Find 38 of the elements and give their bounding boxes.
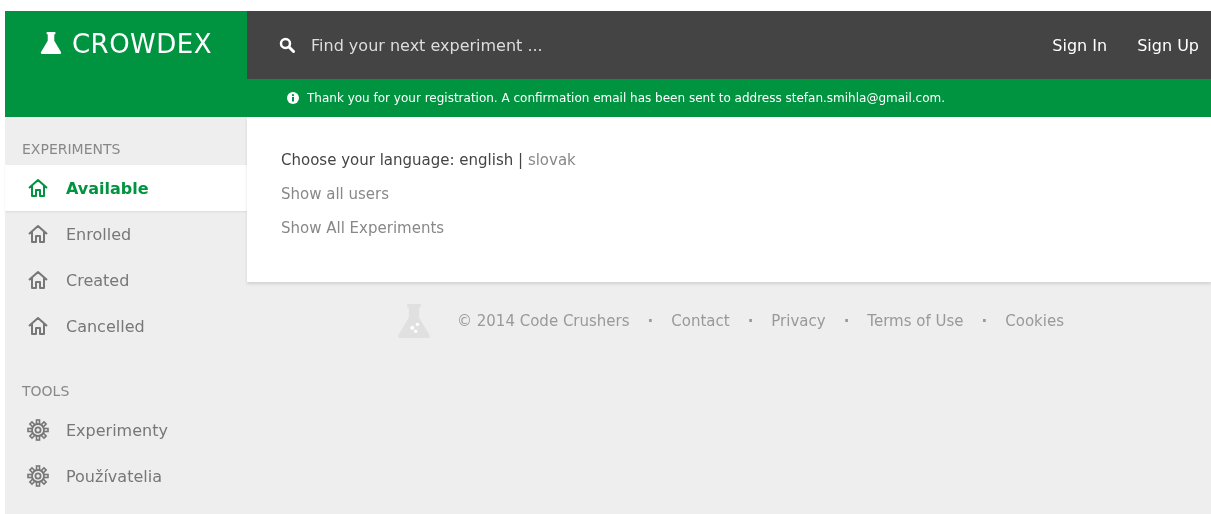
gear-icon	[27, 465, 49, 487]
copyright-text: © 2014 Code Crushers	[457, 312, 630, 330]
notice-text: Thank you for your registration. A confirmation email has been sent to address stefan.smihla@gmail.com.	[307, 91, 945, 105]
footer-link[interactable]: Privacy	[771, 312, 826, 330]
brand-name: CROWDEX	[71, 31, 213, 57]
search-icon	[279, 37, 295, 53]
separator-dot: ·	[647, 312, 654, 330]
flask-icon	[39, 31, 62, 55]
sidebar-item[interactable]: Enrolled	[5, 211, 247, 257]
sidebar-item[interactable]: Cancelled	[5, 303, 247, 349]
separator-dot: ·	[747, 312, 754, 330]
info-icon	[287, 92, 299, 104]
separator-dot: ·	[981, 312, 988, 330]
language-label: Choose your language:	[281, 151, 455, 169]
content-link[interactable]: Show all users	[281, 185, 1177, 203]
section-heading: TOOLS	[21, 382, 71, 401]
separator-dot: ·	[843, 312, 850, 330]
footer-link[interactable]: Cookies	[1005, 312, 1064, 330]
footer-link[interactable]: Contact	[671, 312, 730, 330]
search-field[interactable]: Find your next experiment ...	[309, 34, 673, 56]
sidebar-item[interactable]: Experimenty	[5, 407, 247, 453]
auth-link[interactable]: Sign Up	[1137, 35, 1199, 55]
home-icon	[27, 224, 49, 244]
auth-link[interactable]: Sign In	[1052, 35, 1108, 55]
footer-link[interactable]: Terms of Use	[867, 312, 964, 330]
language-link[interactable]: english	[459, 151, 514, 169]
home-icon	[27, 178, 49, 198]
gear-icon	[27, 419, 49, 441]
home-icon	[27, 270, 49, 290]
language-separator: |	[518, 151, 524, 169]
flask-icon	[397, 302, 431, 340]
language-link[interactable]: slovak	[527, 151, 576, 169]
section-heading: EXPERIMENTS	[21, 140, 122, 159]
content-link[interactable]: Show All Experiments	[281, 219, 1177, 237]
sidebar-item[interactable]: Available	[5, 165, 247, 211]
sidebar-item[interactable]: Používatelia	[5, 453, 247, 499]
sidebar-item[interactable]: Created	[5, 257, 247, 303]
home-icon	[27, 316, 49, 336]
